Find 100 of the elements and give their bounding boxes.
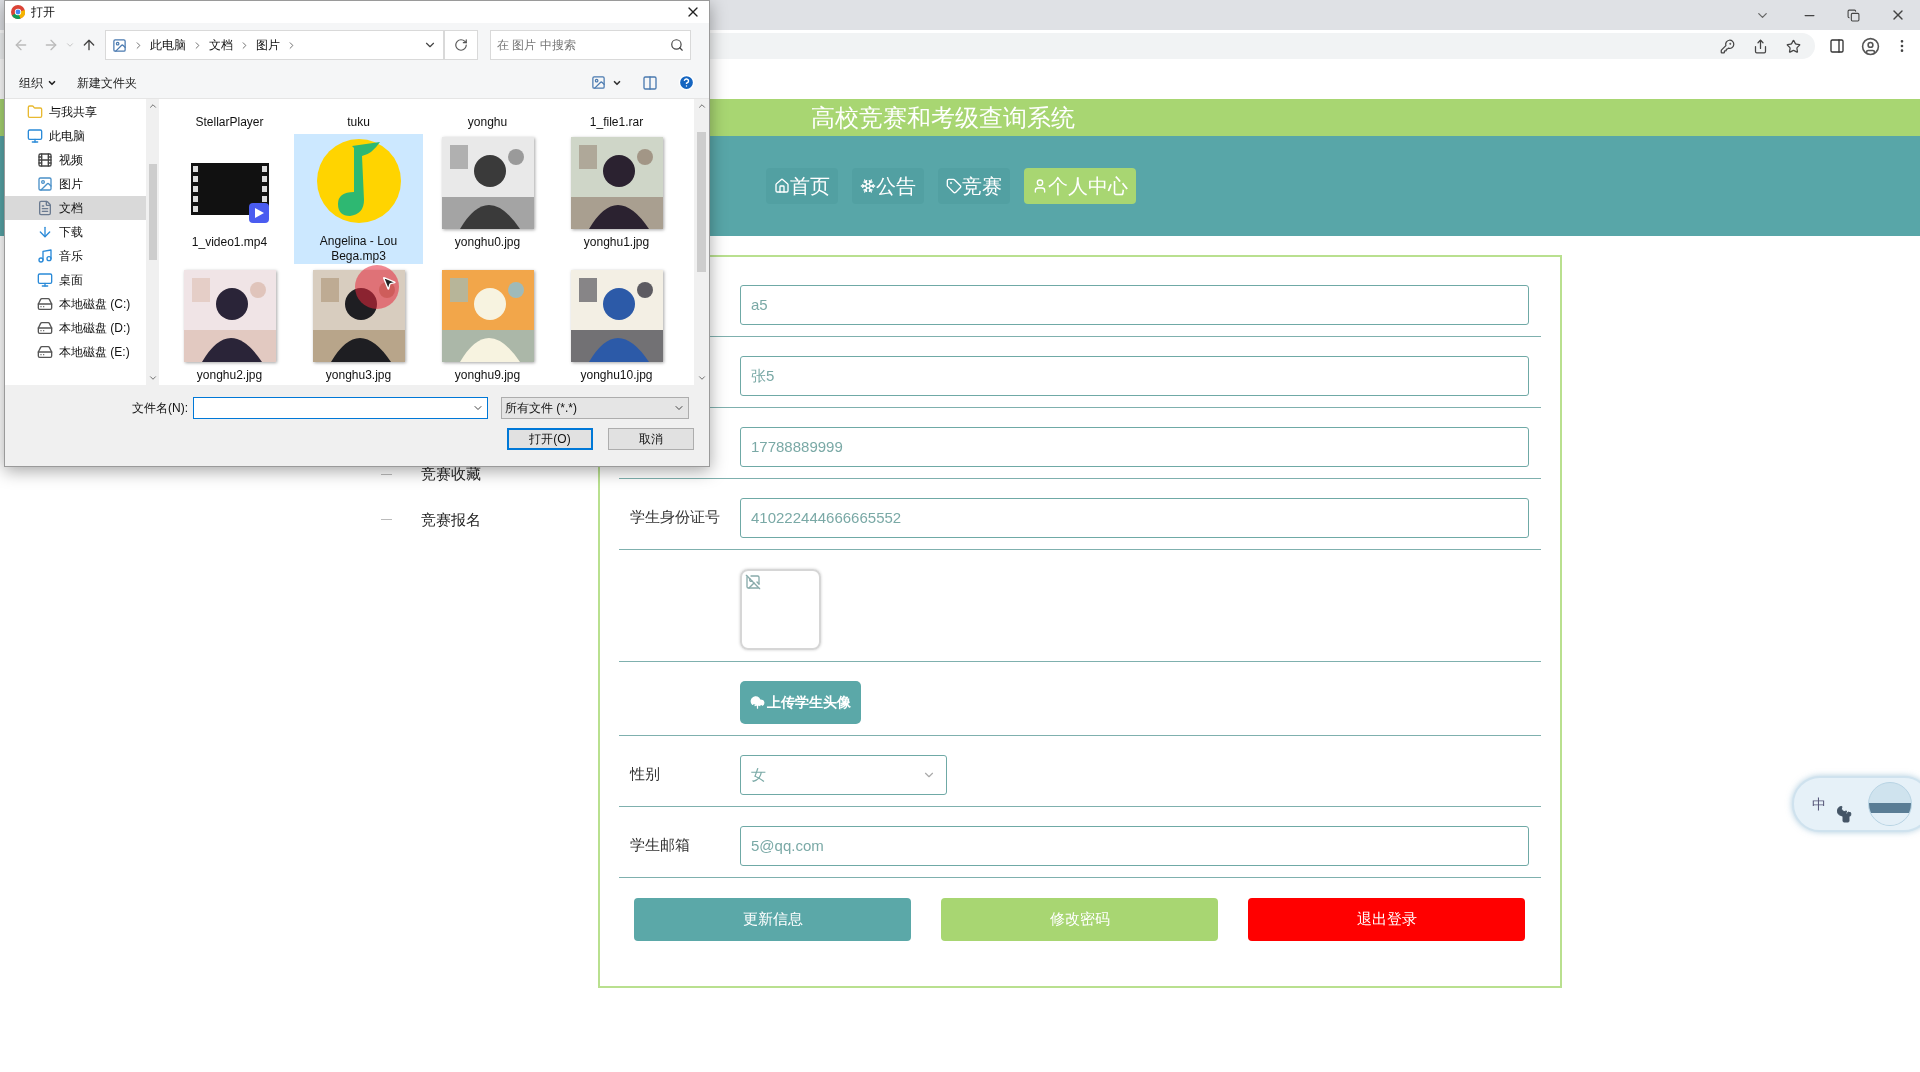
home-icon [774, 178, 790, 194]
nav-pane-item[interactable]: 本地磁盘 (C:) [5, 292, 146, 316]
field-label: 学生邮箱 [630, 836, 690, 853]
ime-toolbar[interactable]: 中 [1792, 776, 1920, 832]
scroll-up-icon[interactable] [147, 101, 158, 111]
share-icon[interactable] [1753, 38, 1768, 54]
breadcrumb-item[interactable]: 文档 [209, 36, 233, 54]
drive-icon [37, 320, 53, 336]
file-name[interactable]: 1_file1.rar [585, 113, 648, 131]
scroll-up-icon[interactable] [696, 101, 707, 111]
search-icon [670, 38, 684, 52]
file-tile[interactable]: yonghu10.jpg [552, 267, 681, 397]
input-mode-label: 中 [1812, 794, 1826, 814]
music-note-icon [37, 248, 53, 264]
shirt-icon [1840, 811, 1852, 823]
file-name: yonghu10.jpg [579, 368, 654, 383]
action-button[interactable]: 退出登录 [1248, 898, 1525, 941]
breadcrumb-item[interactable]: 图片 [256, 36, 280, 54]
field-label: 学生身份证号 [630, 508, 720, 525]
view-mode-icon[interactable] [591, 75, 606, 90]
image-icon [37, 176, 53, 192]
music-app-icon [315, 138, 402, 224]
preview-pane-icon[interactable] [642, 74, 658, 91]
nav-pane-item[interactable]: 下载 [5, 220, 146, 244]
search-field[interactable]: 在 图片 中搜索 [497, 36, 670, 54]
file-tile[interactable]: Angelina - Lou Bega.mp3 [294, 134, 423, 264]
nav-pane-item[interactable]: 音乐 [5, 244, 146, 268]
address-bar[interactable]: 此电脑 文档 图片 [105, 30, 444, 60]
nav-pane-item[interactable]: 本地磁盘 (E:) [5, 340, 146, 364]
nav-pane-item[interactable]: 桌面 [5, 268, 146, 292]
file-tile[interactable]: 1_video1.mp4 [165, 134, 294, 264]
nav-pane-item[interactable]: 视频 [5, 148, 146, 172]
file-tile[interactable]: yonghu9.jpg [423, 267, 552, 397]
refresh-icon [454, 38, 468, 52]
nav-pane-item[interactable]: 文档 [5, 196, 146, 220]
user-icon [1032, 178, 1048, 194]
file-tile[interactable]: yonghu3.jpg [294, 267, 423, 397]
video-thumbnail-icon [190, 163, 269, 225]
cloud-upload-icon [750, 695, 765, 710]
nav-pane-item[interactable]: 图片 [5, 172, 146, 196]
toolbar-command[interactable]: 组织 [19, 73, 57, 92]
sidebar-menu-item[interactable]: 竞赛收藏 [421, 463, 481, 486]
scrollbar[interactable] [146, 99, 159, 385]
click-highlight [355, 265, 399, 309]
scrollbar[interactable] [694, 99, 709, 385]
file-type-dropdown[interactable]: 所有文件 (*.*) [501, 397, 689, 419]
broken-image-icon [745, 574, 761, 590]
file-name: yonghu1.jpg [582, 235, 651, 250]
sidebar-menu-item[interactable]: 竞赛报名 [421, 508, 481, 531]
up-icon[interactable] [81, 37, 97, 53]
file-tile[interactable]: yonghu0.jpg [423, 134, 552, 264]
scrollbar-thumb[interactable] [148, 164, 157, 260]
site-title: 高校竞赛和考级查询系统 [811, 102, 1075, 133]
bookmark-star-icon[interactable] [1786, 38, 1801, 54]
file-name: yonghu9.jpg [453, 368, 522, 383]
nav-pane-item[interactable]: 此电脑 [5, 124, 146, 148]
dialog-button[interactable]: 取消 [608, 428, 694, 450]
field-label: 性别 [630, 765, 660, 782]
monitor-icon [27, 128, 43, 144]
profile-avatar-icon[interactable] [1861, 36, 1880, 56]
browser-logo-icon [11, 5, 25, 19]
nav-pane-item[interactable]: 本地磁盘 (D:) [5, 316, 146, 340]
file-name: yonghu2.jpg [195, 368, 264, 383]
film-icon [37, 152, 53, 168]
scrollbar-thumb[interactable] [697, 132, 706, 272]
snowflake-icon [860, 178, 876, 194]
document-icon [37, 200, 53, 216]
folder-icon [27, 104, 43, 120]
help-icon[interactable] [678, 74, 695, 91]
filename-label: 文件名(N): [131, 400, 189, 417]
scroll-down-icon[interactable] [147, 373, 158, 383]
file-name: yonghu0.jpg [453, 235, 522, 250]
file-name: Angelina - Lou Bega.mp3 [318, 234, 399, 264]
file-name[interactable]: tuku [343, 113, 374, 131]
side-panel-icon[interactable] [1829, 38, 1845, 54]
file-tile[interactable]: yonghu1.jpg [552, 134, 681, 264]
file-name[interactable]: yonghu [463, 113, 512, 131]
file-name: yonghu3.jpg [324, 368, 393, 383]
breadcrumb-item[interactable]: 此电脑 [150, 36, 186, 54]
mouse-cursor-icon [381, 275, 397, 291]
drive-icon [37, 344, 53, 360]
nav-pane-item[interactable]: 与我共享 [5, 100, 146, 124]
search-box[interactable]: 在 图片 中搜索 [490, 30, 691, 60]
file-name[interactable]: StellarPlayer [191, 113, 268, 131]
drive-icon [37, 296, 53, 312]
file-tile[interactable]: yonghu2.jpg [165, 267, 294, 397]
key-icon[interactable] [1720, 38, 1735, 54]
toolbar-command[interactable]: 新建文件夹 [77, 73, 137, 92]
tag-icon [946, 178, 962, 194]
menu-dash [381, 519, 392, 521]
image-icon [112, 37, 127, 53]
file-name: 1_video1.mp4 [190, 235, 269, 250]
refresh-button[interactable] [444, 30, 478, 60]
filename-field[interactable] [193, 397, 488, 419]
menu-dash [381, 473, 392, 475]
dialog-button[interactable]: 打开(O) [507, 428, 593, 450]
scroll-down-icon[interactable] [696, 373, 707, 383]
monitor-icon [37, 272, 53, 288]
restore-icon[interactable] [1847, 8, 1860, 22]
dialog-title: 打开 [31, 4, 55, 21]
